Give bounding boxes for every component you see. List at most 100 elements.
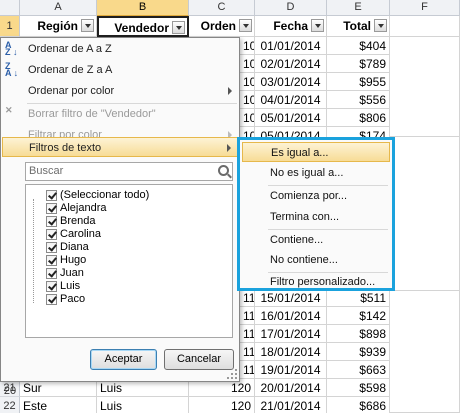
checkbox-checked-icon	[46, 281, 57, 292]
checkbox-label: Diana	[60, 241, 89, 253]
filter-contains[interactable]: Contiene...	[242, 230, 390, 250]
cell-vendedor[interactable]: Luis	[97, 397, 189, 413]
column-header-f[interactable]: F	[390, 0, 460, 16]
cell-total[interactable]: $806	[327, 109, 390, 127]
cell-orden[interactable]: 101	[240, 55, 255, 73]
cell-fecha[interactable]: 05/01/2014	[255, 109, 327, 127]
empty-cell[interactable]	[390, 16, 460, 37]
checkbox-checked-icon	[46, 190, 57, 201]
cell-total[interactable]: $686	[327, 397, 390, 413]
cell-total[interactable]: $789	[327, 55, 390, 73]
ok-button[interactable]: Aceptar	[90, 349, 157, 370]
column-header-d[interactable]: D	[255, 0, 327, 16]
cell-total[interactable]: $142	[327, 307, 390, 325]
tree-line	[33, 199, 34, 303]
sort-desc-icon: ZA ↓	[5, 61, 19, 78]
checkbox-checked-icon	[46, 242, 57, 253]
checkbox-label: Hugo	[60, 254, 87, 266]
cell-orden[interactable]: 104	[240, 109, 255, 127]
text-filters-submenu: Es igual a... No es igual a... Comienza …	[237, 137, 395, 291]
cell-fecha[interactable]: 01/01/2014	[255, 37, 327, 55]
filter-custom[interactable]: Filtro personalizado...	[242, 272, 390, 292]
header-cell-orden: Orden	[189, 16, 255, 37]
menu-sort-z-a[interactable]: ZA ↓ Ordenar de Z a A	[2, 60, 238, 80]
search-placeholder: Buscar	[29, 165, 64, 177]
empty-cell[interactable]	[395, 137, 460, 291]
cell-fecha[interactable]: 18/01/2014	[255, 343, 327, 361]
checkbox-label: Carolina	[60, 228, 101, 240]
cell-fecha[interactable]: 04/01/2014	[255, 91, 327, 109]
filter-equals-label: Es igual a...	[271, 147, 329, 159]
filter-dropdown-icon[interactable]	[239, 19, 252, 32]
menu-sort-by-color-label: Ordenar por color	[28, 85, 115, 97]
cell-fecha[interactable]: 17/01/2014	[255, 325, 327, 343]
row-header-22[interactable]: 22	[0, 397, 20, 413]
filter-dropdown-icon[interactable]	[311, 19, 324, 32]
value-checklist[interactable]: (Seleccionar todo) Alejandra Brenda Caro…	[25, 184, 233, 338]
empty-cell[interactable]	[390, 291, 460, 413]
cell-orden[interactable]: 116	[240, 325, 255, 343]
filter-not-contains[interactable]: No contiene...	[242, 250, 390, 270]
checkbox-label: (Seleccionar todo)	[60, 189, 150, 201]
column-header-b[interactable]: B	[97, 0, 189, 16]
cell-total[interactable]: $598	[327, 379, 390, 397]
checkbox-checked-icon	[46, 255, 57, 266]
cell-fecha[interactable]: 16/01/2014	[255, 307, 327, 325]
cell-orden[interactable]: 103	[240, 91, 255, 109]
filter-dropdown-icon[interactable]	[172, 21, 185, 34]
filter-not-equals[interactable]: No es igual a...	[242, 163, 390, 183]
header-cell-fecha: Fecha	[255, 16, 327, 37]
column-header-c[interactable]: C	[189, 0, 255, 16]
cell-fecha[interactable]: 03/01/2014	[255, 73, 327, 91]
filter-begins-with[interactable]: Comienza por...	[242, 186, 390, 206]
column-header-e[interactable]: E	[327, 0, 390, 16]
menu-text-filters[interactable]: Filtros de texto	[2, 137, 238, 157]
header-total-label: Total	[343, 19, 371, 33]
cell-total[interactable]: $556	[327, 91, 390, 109]
filter-equals[interactable]: Es igual a...	[242, 142, 390, 162]
header-cell-total: Total	[327, 16, 390, 37]
cell-orden[interactable]: 118	[240, 361, 255, 379]
clear-filter-icon: ✕	[5, 105, 13, 115]
corner-select-all[interactable]	[0, 0, 20, 16]
cell-total[interactable]: $898	[327, 325, 390, 343]
cell-orden[interactable]: 100	[240, 37, 255, 55]
cell-total[interactable]: $939	[327, 343, 390, 361]
cell-total[interactable]: $404	[327, 37, 390, 55]
filter-begins-with-label: Comienza por...	[270, 190, 348, 202]
menu-clear-filter-label: Borrar filtro de "Vendedor"	[28, 108, 156, 120]
cell-orden[interactable]: 117	[240, 343, 255, 361]
cell-total[interactable]: $955	[327, 73, 390, 91]
menu-sort-by-color[interactable]: Ordenar por color	[2, 81, 238, 101]
cell-orden[interactable]: 102	[240, 73, 255, 91]
header-orden-label: Orden	[200, 19, 236, 33]
filter-ends-with[interactable]: Termina con...	[242, 207, 390, 227]
menu-clear-filter[interactable]: ✕ Borrar filtro de "Vendedor"	[2, 104, 238, 124]
cell-orden[interactable]: 120	[189, 397, 255, 413]
cell-region[interactable]: Este	[20, 397, 97, 413]
filter-dropdown-icon[interactable]	[374, 19, 387, 32]
menu-sort-a-z[interactable]: AZ ↓ Ordenar de A a Z	[2, 39, 238, 59]
cell-fecha[interactable]: 21/01/2014	[255, 397, 327, 413]
empty-cell[interactable]	[390, 37, 460, 137]
resize-grip-icon[interactable]	[227, 369, 237, 379]
menu-sort-a-z-label: Ordenar de A a Z	[28, 43, 112, 55]
checkbox-label: Luis	[60, 280, 81, 292]
filter-dropdown-icon[interactable]	[81, 19, 94, 32]
search-icon	[218, 165, 229, 176]
row-header-1[interactable]: 1	[0, 16, 20, 37]
cell-fecha[interactable]: 20/01/2014	[255, 379, 327, 397]
menu-text-filters-label: Filtros de texto	[29, 142, 102, 154]
cell-fecha[interactable]: 19/01/2014	[255, 361, 327, 379]
header-cell-vendedor: Vendedor	[97, 16, 189, 37]
cell-orden[interactable]: 115	[240, 307, 255, 325]
checkbox-label: Brenda	[60, 215, 96, 227]
cancel-button[interactable]: Cancelar	[164, 349, 234, 370]
filter-ends-with-label: Termina con...	[270, 211, 340, 223]
cell-total[interactable]: $663	[327, 361, 390, 379]
search-input[interactable]: Buscar	[25, 162, 233, 181]
column-header-a[interactable]: A	[20, 0, 97, 16]
cell-fecha[interactable]: 02/01/2014	[255, 55, 327, 73]
submenu-arrow-icon	[228, 87, 232, 95]
header-vendedor-label: Vendedor	[114, 21, 169, 35]
